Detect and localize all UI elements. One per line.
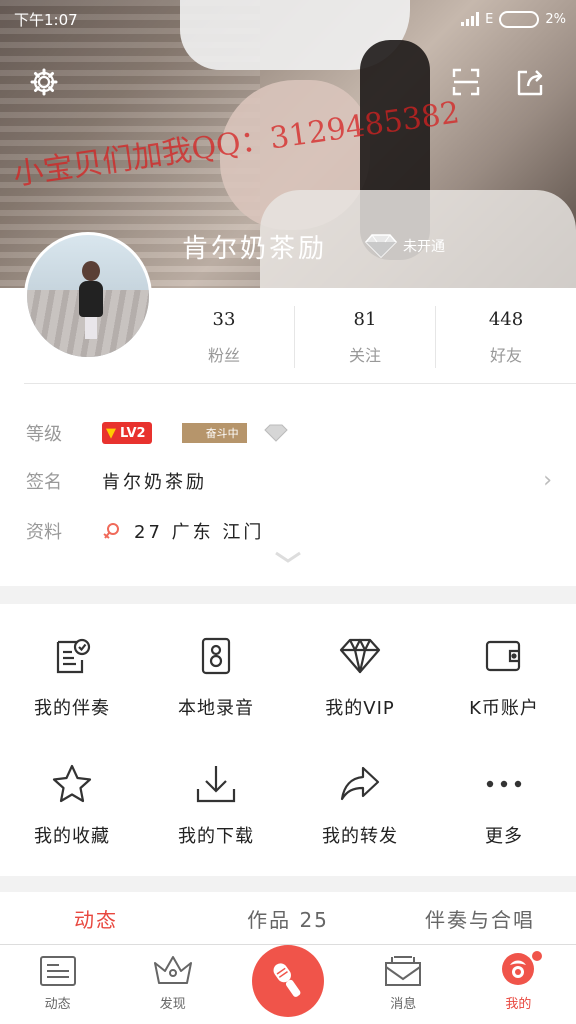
- signature-text: 肯尔奶茶励: [102, 472, 207, 493]
- stats-row: 33 粉丝 81 关注 448 好友: [154, 306, 576, 368]
- stat-following[interactable]: 81 关注: [294, 306, 435, 368]
- menu-label: 本地录音: [178, 698, 254, 719]
- nav-label: 发现: [159, 997, 186, 1012]
- stat-value: 81: [353, 308, 377, 330]
- menu-label: 更多: [485, 826, 523, 847]
- stat-value: 33: [212, 308, 236, 330]
- menu-item-more[interactable]: 更多: [432, 740, 576, 860]
- info-row[interactable]: 资料 27 广东 江门: [26, 518, 264, 544]
- accompaniment-icon: [50, 634, 94, 678]
- menu-item-downloads[interactable]: 我的下载: [144, 740, 288, 860]
- vip-diamond-badge-icon: [364, 234, 398, 259]
- status-bar: 下午1:07 E 2%: [0, 0, 576, 38]
- nav-label: 消息: [390, 997, 417, 1012]
- nav-item-messages[interactable]: 消息: [346, 945, 461, 1024]
- vip-status-badge[interactable]: 未开通: [362, 233, 445, 259]
- microphone-icon: [273, 963, 301, 997]
- nav-item-me[interactable]: 我的: [461, 945, 576, 1024]
- vip-status-text: 未开通: [403, 239, 445, 255]
- menu-label: 我的下载: [178, 826, 254, 847]
- nav-item-activity[interactable]: 动态: [0, 945, 115, 1024]
- rank-badge: 奋斗中: [181, 423, 247, 443]
- star-icon: [50, 762, 94, 806]
- nav-label: 动态: [44, 997, 71, 1012]
- menu-label: 我的伴奏: [34, 698, 110, 719]
- menu-item-favorites[interactable]: 我的收藏: [0, 740, 144, 860]
- menu-item-k-coin-account[interactable]: K币账户: [432, 604, 576, 724]
- local-recording-icon: [194, 634, 238, 678]
- level-label: 等级: [26, 424, 62, 445]
- signature-label: 签名: [26, 472, 62, 493]
- menu-item-accompaniment[interactable]: 我的伴奏: [0, 604, 144, 724]
- battery-level: 2%: [545, 11, 566, 27]
- stat-value: 448: [488, 308, 524, 330]
- username: 肯尔奶茶励: [182, 234, 328, 264]
- status-indicators: E 2%: [461, 10, 566, 28]
- level-row[interactable]: 等级 ▼ LV2 奋斗中: [26, 420, 289, 446]
- menu-label: 我的收藏: [34, 826, 110, 847]
- female-gender-icon: [103, 523, 119, 539]
- content-tabs: 动态 作品 25 伴奏与合唱: [0, 892, 576, 944]
- tab-activity[interactable]: 动态: [0, 892, 192, 944]
- stat-fans[interactable]: 33 粉丝: [154, 306, 294, 368]
- vip-diamond-icon: [338, 634, 382, 678]
- wallet-icon: [482, 634, 526, 678]
- avatar[interactable]: [24, 232, 152, 360]
- level-v-icon: ▼: [106, 425, 116, 441]
- notification-dot: [532, 951, 543, 961]
- stat-label: 粉丝: [207, 345, 240, 365]
- network-type: E: [485, 11, 494, 27]
- more-icon: [482, 762, 526, 806]
- forward-icon: [338, 762, 382, 806]
- download-icon: [194, 762, 238, 806]
- stat-friends[interactable]: 448 好友: [435, 306, 576, 368]
- settings-gear-icon[interactable]: [24, 62, 64, 102]
- menu-label: 我的VIP: [325, 698, 395, 719]
- menu-item-local-recording[interactable]: 本地录音: [144, 604, 288, 724]
- chevron-right-icon[interactable]: ›: [543, 468, 552, 493]
- battery-icon: [499, 10, 540, 28]
- menu-item-vip[interactable]: 我的VIP: [288, 604, 432, 724]
- tab-accompaniment-chorus[interactable]: 伴奏与合唱: [384, 892, 576, 944]
- signature-row[interactable]: 签名 肯尔奶茶励: [26, 468, 576, 494]
- menu-grid: 我的伴奏 本地录音 我的VIP K币账户 我的收藏 我的下载 我的转发 更多: [0, 604, 576, 876]
- scan-icon[interactable]: [446, 62, 486, 102]
- info-text: 27 广东 江门: [134, 522, 265, 543]
- level-badge-text: LV2: [120, 425, 146, 441]
- diamond-icon: [263, 424, 288, 442]
- crown-icon: [153, 956, 192, 984]
- feed-icon: [39, 956, 76, 986]
- menu-item-forwards[interactable]: 我的转发: [288, 740, 432, 860]
- signal-icon: [461, 12, 480, 26]
- menu-label: K币账户: [469, 698, 539, 719]
- status-time: 下午1:07: [14, 10, 78, 29]
- message-icon: [385, 956, 422, 986]
- menu-label: 我的转发: [322, 826, 398, 847]
- tab-works[interactable]: 作品 25: [192, 892, 384, 944]
- level-badge: ▼ LV2: [102, 422, 152, 444]
- divider: [24, 383, 576, 384]
- nav-item-discover[interactable]: 发现: [115, 945, 230, 1024]
- stat-label: 关注: [348, 345, 381, 365]
- expand-chevron-down-icon[interactable]: [274, 550, 302, 564]
- record-microphone-button[interactable]: [252, 945, 324, 1017]
- stat-label: 好友: [489, 345, 522, 365]
- info-label: 资料: [26, 522, 62, 543]
- share-icon[interactable]: [510, 62, 550, 102]
- nav-label: 我的: [505, 997, 532, 1012]
- me-profile-icon: [502, 953, 535, 985]
